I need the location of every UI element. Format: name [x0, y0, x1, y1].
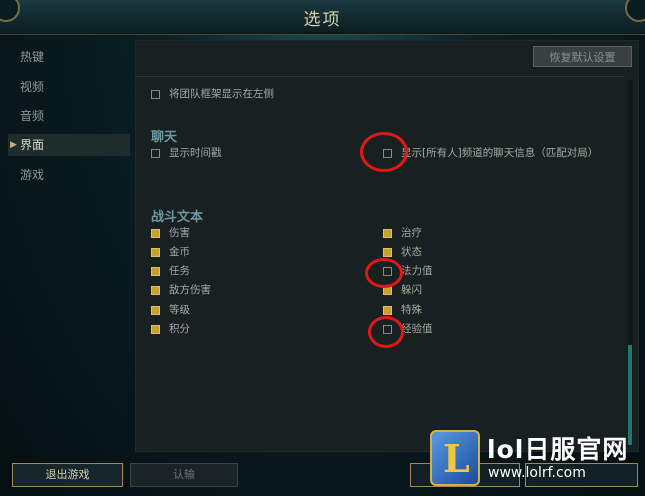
option-label: 治疗: [401, 227, 422, 239]
sidebar-item-label: 热键: [20, 50, 45, 64]
logo-letter: L: [443, 436, 470, 481]
window-title: 选项: [303, 10, 342, 30]
option-label: 特殊: [401, 304, 422, 316]
option-label: 状态: [401, 246, 422, 258]
chevron-right-icon: ▶: [10, 140, 17, 150]
sidebar-item-label: 界面: [20, 138, 45, 152]
checkbox[interactable]: [151, 90, 160, 99]
option-label: 法力值: [401, 265, 433, 277]
checkbox[interactable]: [383, 229, 392, 238]
watermark: L lol日服官网 www.lolrf.com: [430, 430, 640, 488]
checkbox[interactable]: [151, 325, 160, 334]
combat-text-section-title: 战斗文本: [151, 210, 204, 225]
watermark-title: lol日服官网: [487, 435, 629, 464]
checkbox[interactable]: [151, 306, 160, 315]
sidebar-item-video[interactable]: 视频: [8, 76, 130, 98]
restore-defaults-button[interactable]: 恢复默认设置: [533, 46, 632, 67]
divider: [135, 76, 625, 77]
chat-section-title: 聊天: [151, 130, 178, 145]
option-label: 伤害: [169, 227, 190, 239]
annotation-circle: [368, 316, 404, 348]
option-label: 任务: [169, 265, 190, 277]
annotation-circle: [365, 258, 403, 288]
option-label: 将团队框架显示在左侧: [169, 88, 274, 100]
sidebar: 热键 视频 音频 ▶ 界面 游戏: [0, 40, 132, 450]
sidebar-item-label: 游戏: [20, 168, 45, 182]
sidebar-item-label: 视频: [20, 80, 45, 94]
option-label: 经验值: [401, 323, 433, 335]
sidebar-item-hotkeys[interactable]: 热键: [8, 46, 130, 68]
option-label: 金币: [169, 246, 190, 258]
exit-game-button[interactable]: 退出游戏: [12, 463, 123, 487]
option-label: 躲闪: [401, 284, 422, 296]
watermark-url: www.lolrf.com: [488, 465, 586, 481]
annotation-circle: [360, 132, 408, 172]
option-label: 等级: [169, 304, 190, 316]
option-label: 显示时间戳: [169, 147, 222, 159]
surrender-button[interactable]: 认输: [130, 463, 238, 487]
option-label: 积分: [169, 323, 190, 335]
checkbox[interactable]: [383, 306, 392, 315]
sidebar-item-label: 音频: [20, 109, 45, 123]
checkbox[interactable]: [383, 248, 392, 257]
sidebar-item-audio[interactable]: 音频: [8, 105, 130, 127]
options-window: 选项 热键 视频 音频 ▶ 界面 游戏 恢复默认设置 将团队框架显示在左侧 聊天 …: [0, 0, 645, 496]
title-bar: 选项: [0, 0, 645, 35]
option-label: 敌方伤害: [169, 284, 211, 296]
checkbox[interactable]: [151, 229, 160, 238]
lol-logo: L: [430, 430, 480, 486]
checkbox[interactable]: [151, 286, 160, 295]
option-label: 显示[所有人]频道的聊天信息（匹配对局）: [401, 147, 599, 159]
checkbox[interactable]: [151, 267, 160, 276]
checkbox[interactable]: [151, 248, 160, 257]
sidebar-item-game[interactable]: 游戏: [8, 164, 130, 186]
checkbox[interactable]: [151, 149, 160, 158]
sidebar-item-interface[interactable]: ▶ 界面: [8, 134, 130, 156]
